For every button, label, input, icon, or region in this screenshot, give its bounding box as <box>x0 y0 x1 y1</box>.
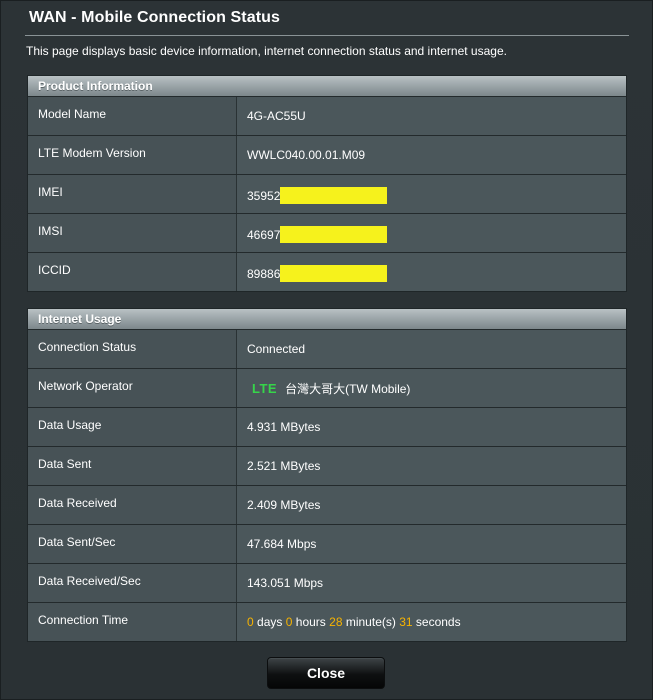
connection-seconds: 31 <box>399 615 413 629</box>
connection-status-value: Connected <box>237 330 626 368</box>
table-row-iccid: ICCID 89886 <box>28 252 626 291</box>
data-received-value: 2.409 MBytes <box>237 486 626 524</box>
imsi-cell: 46697 <box>237 214 626 252</box>
iccid-label: ICCID <box>28 253 237 291</box>
imei-cell: 35952 <box>237 175 626 213</box>
network-operator-value: 台灣大哥大(TW Mobile) <box>285 382 411 396</box>
data-sent-value: 2.521 MBytes <box>237 447 626 485</box>
table-row-imsi: IMSI 46697 <box>28 213 626 252</box>
table-row-data-received: Data Received 2.409 MBytes <box>28 485 626 524</box>
table-row-model-name: Model Name 4G-AC55U <box>28 96 626 135</box>
connection-minutes: 28 <box>329 615 343 629</box>
data-usage-label: Data Usage <box>28 408 237 446</box>
lte-modem-version-label: LTE Modem Version <box>28 136 237 174</box>
imsi-value: 46697 <box>247 228 281 242</box>
title-divider <box>25 35 629 36</box>
iccid-redaction-bar <box>280 265 388 282</box>
table-row-connection-time: Connection Time 0 days 0 hours 28 minute… <box>28 602 626 641</box>
wan-status-page: WAN - Mobile Connection Status This page… <box>0 0 653 700</box>
page-title: WAN - Mobile Connection Status <box>29 9 280 26</box>
imsi-label: IMSI <box>28 214 237 252</box>
model-name-label: Model Name <box>28 97 237 135</box>
minutes-unit: minute(s) <box>345 615 396 629</box>
iccid-value: 89886 <box>247 267 281 281</box>
internet-usage-header: Internet Usage <box>28 309 626 329</box>
data-sent-sec-label: Data Sent/Sec <box>28 525 237 563</box>
table-row-lte-modem-version: LTE Modem Version WWLC040.00.01.M09 <box>28 135 626 174</box>
product-information-section: Product Information Model Name 4G-AC55U … <box>27 75 627 292</box>
table-row-data-sent: Data Sent 2.521 MBytes <box>28 446 626 485</box>
data-received-label: Data Received <box>28 486 237 524</box>
table-row-data-received-sec: Data Received/Sec 143.051 Mbps <box>28 563 626 602</box>
model-name-value: 4G-AC55U <box>237 97 626 135</box>
connection-days: 0 <box>247 615 254 629</box>
network-operator-label: Network Operator <box>28 369 237 407</box>
table-row-imei: IMEI 35952 <box>28 174 626 213</box>
internet-usage-section: Internet Usage Connection Status Connect… <box>27 308 627 642</box>
imei-redaction-bar <box>280 187 388 204</box>
data-sent-sec-value: 47.684 Mbps <box>237 525 626 563</box>
imsi-redaction-bar <box>280 226 388 243</box>
imei-label: IMEI <box>28 175 237 213</box>
connection-hours: 0 <box>285 615 293 629</box>
data-usage-value: 4.931 MBytes <box>237 408 626 446</box>
connection-time-value: 0 days 0 hours 28 minute(s) 31 seconds <box>237 603 626 641</box>
connection-status-label: Connection Status <box>28 330 237 368</box>
days-unit: days <box>257 615 283 629</box>
connection-time-label: Connection Time <box>28 603 237 641</box>
table-row-network-operator: Network Operator LTE 台灣大哥大(TW Mobile) <box>28 368 626 407</box>
imei-value: 35952 <box>247 189 281 203</box>
table-row-connection-status: Connection Status Connected <box>28 329 626 368</box>
lte-modem-version-value: WWLC040.00.01.M09 <box>237 136 626 174</box>
network-operator-cell: LTE 台灣大哥大(TW Mobile) <box>237 369 626 407</box>
close-button[interactable]: Close <box>267 657 385 689</box>
hours-unit: hours <box>295 615 326 629</box>
table-row-data-sent-sec: Data Sent/Sec 47.684 Mbps <box>28 524 626 563</box>
iccid-cell: 89886 <box>237 253 626 291</box>
table-row-data-usage: Data Usage 4.931 MBytes <box>28 407 626 446</box>
data-received-sec-label: Data Received/Sec <box>28 564 237 602</box>
lte-badge-icon: LTE <box>252 381 278 396</box>
data-sent-label: Data Sent <box>28 447 237 485</box>
product-information-header: Product Information <box>28 76 626 96</box>
data-received-sec-value: 143.051 Mbps <box>237 564 626 602</box>
page-description: This page displays basic device informat… <box>26 44 507 58</box>
seconds-unit: seconds <box>415 615 461 629</box>
